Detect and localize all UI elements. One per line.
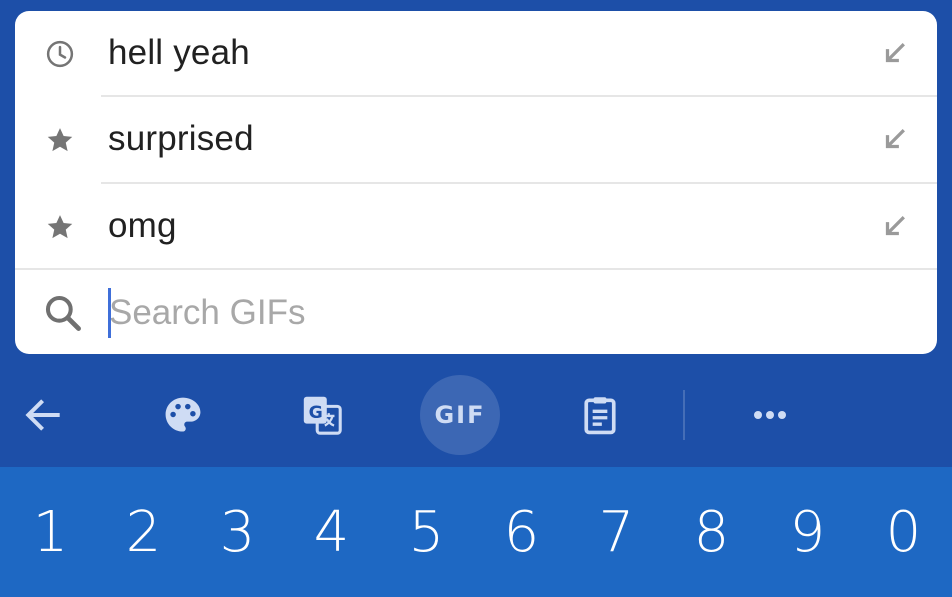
palette-icon[interactable] [143,375,223,455]
suggestion-row[interactable]: hell yeah [15,11,937,97]
fill-query-arrow-icon[interactable] [879,212,909,242]
suggestion-row[interactable]: surprised [15,97,937,183]
number-row: 1 2 3 4 5 6 7 8 9 0 [0,467,952,597]
key-8[interactable]: 8 [664,467,759,597]
clipboard-icon[interactable] [560,375,640,455]
history-icon [43,37,77,71]
key-4[interactable]: 4 [284,467,379,597]
translate-icon[interactable]: G [282,375,362,455]
search-bar [15,270,937,354]
key-0[interactable]: 0 [856,467,951,597]
key-1[interactable]: 1 [3,467,98,597]
key-3[interactable]: 3 [190,467,285,597]
fill-query-arrow-icon[interactable] [879,125,909,155]
gif-search-panel: hell yeah surprised omg [15,11,937,354]
key-6[interactable]: 6 [474,467,569,597]
star-icon [43,123,77,157]
suggestion-label: hell yeah [108,33,250,72]
back-arrow-icon[interactable] [3,375,83,455]
gif-label: GIF [434,401,486,429]
more-icon[interactable] [730,375,810,455]
search-input[interactable] [107,288,869,338]
star-icon [43,210,77,244]
key-5[interactable]: 5 [379,467,474,597]
suggestion-row[interactable]: omg [15,184,937,270]
fill-query-arrow-icon[interactable] [879,39,909,69]
key-7[interactable]: 7 [569,467,664,597]
toolbar-divider [683,390,685,440]
search-icon [41,291,85,335]
suggestion-label: omg [108,206,177,245]
text-caret [108,288,111,338]
suggestion-label: surprised [108,119,254,158]
key-9[interactable]: 9 [760,467,855,597]
key-2[interactable]: 2 [96,467,191,597]
top-strip [0,0,952,10]
keyboard-toolbar: G GIF [0,362,952,467]
gif-button[interactable]: GIF [420,375,500,455]
svg-text:G: G [309,403,323,423]
